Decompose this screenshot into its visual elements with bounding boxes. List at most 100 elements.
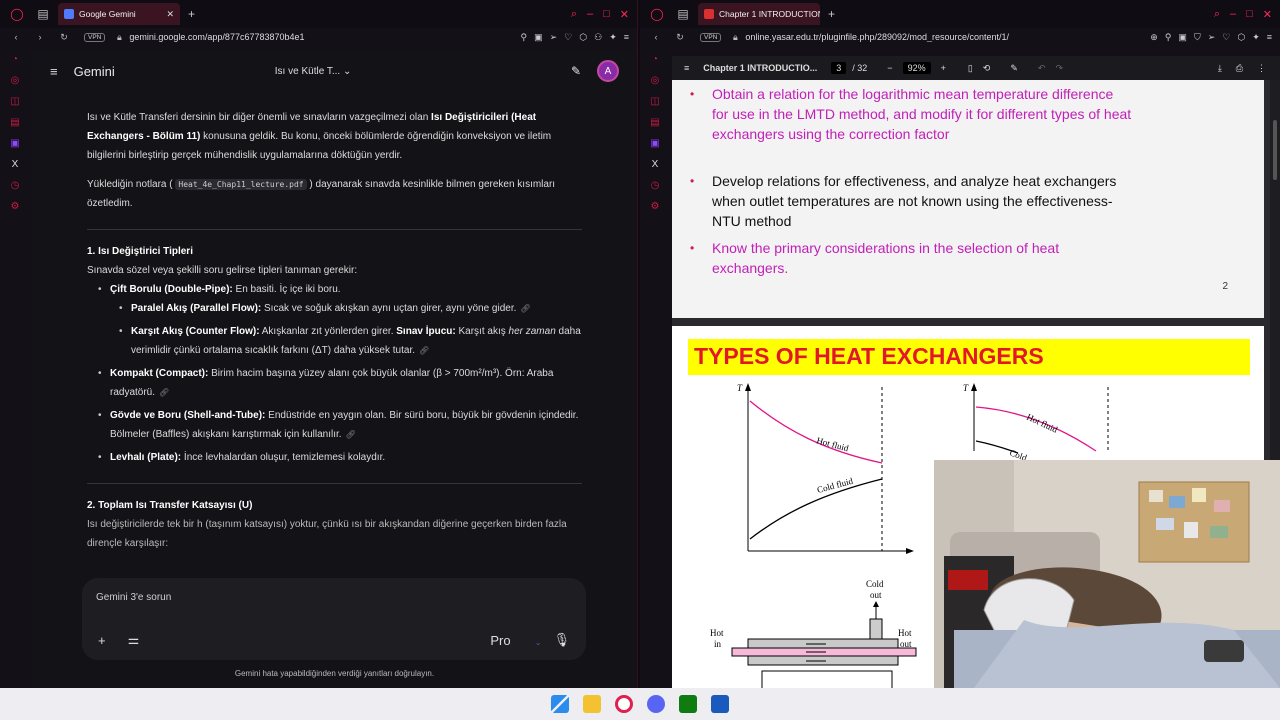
- send-icon[interactable]: ➢: [1208, 32, 1216, 43]
- redo-icon[interactable]: ↷: [1055, 63, 1063, 74]
- new-tab-icon[interactable]: +: [188, 7, 195, 21]
- taskbar: [0, 688, 1280, 720]
- tab-menu-icon[interactable]: ▤: [674, 5, 692, 23]
- send-icon[interactable]: ➢: [550, 32, 558, 43]
- extensions-icon[interactable]: ⬡: [1237, 32, 1245, 43]
- search-icon[interactable]: ⌕: [571, 8, 577, 21]
- sidebar-twitch-icon[interactable]: ▣: [650, 138, 659, 149]
- back-icon[interactable]: ‹: [648, 32, 664, 42]
- maximize-icon[interactable]: □: [603, 8, 610, 21]
- link-icon[interactable]: 🔗︎: [419, 346, 429, 355]
- sidebar-settings-icon[interactable]: ⚙: [651, 201, 660, 212]
- sidebar-twitch-icon[interactable]: ▣: [10, 138, 19, 149]
- new-chat-icon[interactable]: ✎: [571, 64, 581, 78]
- sidebar-x-icon[interactable]: X: [12, 159, 19, 170]
- more-icon[interactable]: ⋮: [1257, 63, 1266, 74]
- mode-label: Pro: [490, 632, 511, 648]
- item-text-2: Karşıt akış: [455, 326, 509, 337]
- sidebar-downloads-icon[interactable]: ▤: [10, 117, 19, 128]
- search-icon[interactable]: ⌕: [1214, 8, 1220, 21]
- zoom-out-icon[interactable]: −: [887, 63, 892, 73]
- sidebar-settings-icon[interactable]: ⚙: [11, 201, 20, 212]
- undo-icon[interactable]: ↶: [1038, 63, 1046, 74]
- word-icon[interactable]: [711, 695, 729, 713]
- heart-icon[interactable]: ♡: [1222, 32, 1230, 43]
- close-tab-icon[interactable]: ✕: [166, 9, 174, 20]
- file-explorer-icon[interactable]: [583, 695, 601, 713]
- url-field[interactable]: online.yasar.edu.tr/pluginfile.php/28909…: [745, 32, 1009, 42]
- sidebar-player-icon[interactable]: ◔: [652, 54, 658, 65]
- menu-icon[interactable]: ≡: [624, 32, 629, 43]
- annotate-icon[interactable]: ✎: [1010, 63, 1018, 74]
- link-icon[interactable]: 🔗︎: [159, 388, 169, 397]
- vpn-badge[interactable]: VPN: [700, 32, 722, 42]
- tab-gemini[interactable]: Google Gemini ✕: [58, 3, 180, 25]
- print-icon[interactable]: ⎙: [1236, 63, 1243, 74]
- back-icon[interactable]: ‹: [8, 32, 24, 42]
- sidebar-history-icon[interactable]: ◫: [10, 96, 19, 107]
- profile-icon[interactable]: ⚇: [594, 32, 602, 43]
- reload-icon[interactable]: ↻: [56, 32, 72, 43]
- page-input[interactable]: 3: [831, 62, 847, 74]
- discord-icon[interactable]: [647, 695, 665, 713]
- ai-icon[interactable]: ✦: [609, 32, 617, 43]
- sidebar-messenger-icon[interactable]: ◎: [651, 75, 660, 86]
- scrollbar-thumb[interactable]: [1273, 120, 1277, 180]
- sidebar-downloads-icon[interactable]: ▤: [650, 117, 659, 128]
- mode-selector[interactable]: Pro ⌄: [490, 633, 541, 648]
- avatar[interactable]: A: [597, 60, 619, 82]
- pin-icon[interactable]: ⚲: [521, 32, 528, 43]
- link-icon[interactable]: 🔗︎: [520, 304, 530, 313]
- minimize-icon[interactable]: –: [587, 8, 593, 21]
- sidebar-messenger-icon[interactable]: ◎: [11, 75, 20, 86]
- prompt-input[interactable]: Gemini 3'e sorun: [96, 592, 572, 603]
- hamburger-icon[interactable]: ≡: [50, 64, 58, 79]
- microphone-icon[interactable]: 🎙︎: [553, 632, 570, 648]
- pdf-menu-icon[interactable]: ≡: [684, 63, 689, 73]
- tab-bar: ◯ ▤ Chapter 1 INTRODUCTION ✕ + ⌕ – □ ✕: [640, 0, 1280, 28]
- rotate-icon[interactable]: ⟲: [983, 63, 991, 74]
- add-icon[interactable]: +: [98, 633, 106, 648]
- list-item: Levhalı (Plate): İnce levhalardan oluşur…: [98, 448, 582, 467]
- pin-icon[interactable]: ⚲: [1165, 32, 1172, 43]
- item-bold: Kompakt (Compact):: [110, 368, 209, 379]
- zoom-in-icon[interactable]: +: [941, 63, 946, 73]
- zoom-icon[interactable]: ⊕: [1150, 32, 1158, 43]
- vpn-badge[interactable]: VPN: [84, 32, 106, 42]
- link-icon[interactable]: 🔗︎: [346, 430, 356, 439]
- shield-icon[interactable]: ⛉: [1194, 32, 1201, 43]
- tools-icon[interactable]: ⚌: [128, 632, 140, 648]
- extensions-icon[interactable]: ⬡: [579, 32, 587, 43]
- tab-pdf[interactable]: Chapter 1 INTRODUCTION ✕: [698, 3, 820, 25]
- close-window-icon[interactable]: ✕: [620, 8, 629, 21]
- reload-icon[interactable]: ↻: [672, 32, 688, 43]
- new-tab-icon[interactable]: +: [828, 7, 835, 21]
- url-field[interactable]: gemini.google.com/app/877c67783870b4e1: [129, 32, 304, 42]
- chat-title-dropdown[interactable]: Isı ve Kütle T... ⌄: [275, 66, 352, 77]
- address-bar: ‹ › ↻ VPN 🔒︎ gemini.google.com/app/877c6…: [0, 28, 637, 46]
- menu-icon[interactable]: ≡: [1267, 32, 1272, 43]
- fit-page-icon[interactable]: ▯: [968, 63, 973, 74]
- minimize-icon[interactable]: –: [1230, 8, 1236, 21]
- prompt-box[interactable]: Gemini 3'e sorun + ⚌ Pro ⌄ 🎙︎: [82, 578, 586, 660]
- sidebar-x-icon[interactable]: X: [652, 159, 659, 170]
- forward-icon[interactable]: ›: [32, 32, 48, 42]
- opera-logo-icon[interactable]: ◯: [648, 5, 666, 23]
- opera-logo-icon[interactable]: ◯: [8, 5, 26, 23]
- heart-icon[interactable]: ♡: [564, 32, 572, 43]
- sidebar-clock-icon[interactable]: ◷: [651, 180, 660, 191]
- maximize-icon[interactable]: □: [1246, 8, 1253, 21]
- xbox-app-icon[interactable]: [679, 695, 697, 713]
- zoom-level[interactable]: 92%: [902, 62, 931, 74]
- sidebar-player-icon[interactable]: ◔: [12, 54, 18, 65]
- sidebar-clock-icon[interactable]: ◷: [11, 180, 20, 191]
- sidebar-history-icon[interactable]: ◫: [650, 96, 659, 107]
- snapshot-icon[interactable]: ▣: [1178, 32, 1187, 43]
- ai-icon[interactable]: ✦: [1252, 32, 1260, 43]
- windows-start-icon[interactable]: [551, 695, 569, 713]
- snapshot-icon[interactable]: ▣: [534, 32, 543, 43]
- opera-gx-icon[interactable]: [615, 695, 633, 713]
- tab-menu-icon[interactable]: ▤: [34, 5, 52, 23]
- close-window-icon[interactable]: ✕: [1263, 8, 1272, 21]
- download-icon[interactable]: ⤓: [1218, 63, 1222, 74]
